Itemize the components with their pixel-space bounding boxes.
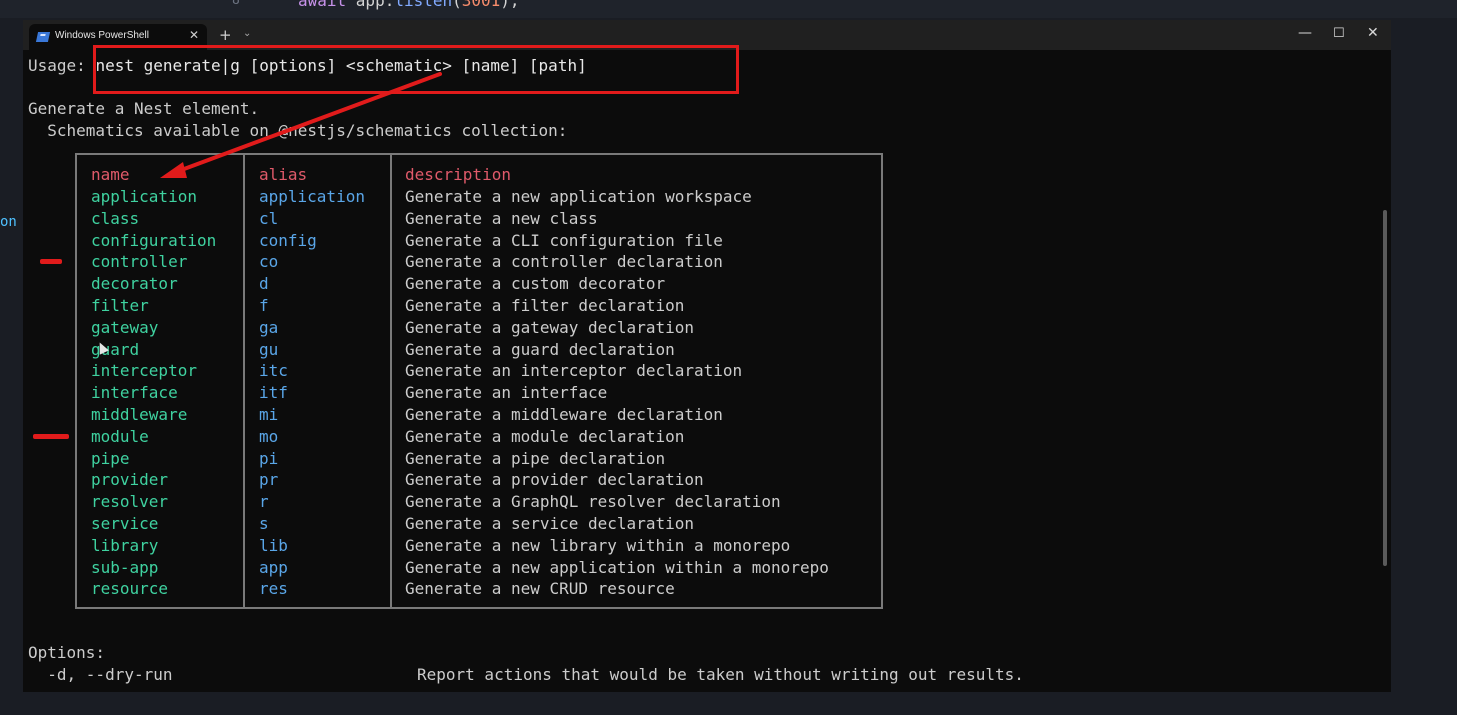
row-alias: ga (259, 317, 279, 337)
screen: 8 await app.listen(3001); on Windows Pow… (0, 0, 1457, 715)
row-alias: config (259, 230, 317, 250)
new-tab-button[interactable]: + (219, 26, 232, 44)
schematics-table: name alias description application applic… (75, 153, 883, 609)
row-name: decorator (91, 274, 178, 294)
powershell-icon (35, 32, 51, 42)
row-alias: itf (259, 383, 288, 403)
row-description: Generate a CLI configuration file (405, 230, 723, 250)
row-alias: mi (259, 405, 279, 424)
red-highlight-box (93, 45, 739, 94)
row-description: Generate a provider declaration (405, 470, 704, 490)
row-alias: r (259, 492, 269, 512)
row-description: Generate a service declaration (405, 514, 694, 533)
row-description: Generate a pipe declaration (405, 448, 666, 468)
code-keyword: await (298, 0, 356, 10)
row-description: Generate a new application within a mono… (405, 557, 829, 577)
row-description: Generate an interface (405, 383, 608, 403)
row-name: pipe (91, 448, 130, 468)
red-marker-controller (40, 259, 62, 264)
maximize-button[interactable]: ☐ (1333, 26, 1345, 41)
header-alias: alias (259, 165, 308, 184)
option-flag: -d, --dry-run (28, 665, 173, 684)
row-alias: co (259, 252, 279, 272)
row-alias: f (259, 296, 269, 315)
editor-line-number: 8 (232, 0, 240, 8)
row-name: service (91, 514, 159, 533)
row-name: class (91, 208, 140, 228)
row-description: Generate a new application workspace (405, 187, 752, 206)
code-object: app. (355, 0, 395, 10)
row-alias: res (259, 579, 288, 599)
row-alias: itc (259, 361, 288, 381)
row-name: resource (91, 579, 169, 599)
tab-title: Windows PowerShell (55, 30, 149, 41)
row-alias: pi (259, 448, 279, 468)
header-description: description (405, 165, 511, 184)
row-description: Generate a new library within a monorepo (405, 535, 791, 555)
row-description: Generate a guard declaration (405, 339, 675, 359)
row-name: sub-app (91, 557, 159, 577)
scrollbar[interactable] (1383, 210, 1387, 566)
row-name: middleware (91, 405, 188, 424)
header-name: name (91, 165, 130, 184)
row-alias: cl (259, 208, 279, 228)
row-alias: pr (259, 470, 279, 490)
row-name: gateway (91, 317, 159, 337)
row-name: controller (91, 252, 188, 272)
description-line: Generate a Nest element. (28, 99, 260, 118)
row-name: configuration (91, 230, 217, 250)
row-name: application (91, 187, 197, 206)
code-number: 3001 (461, 0, 501, 10)
collection-line: Schematics available on @nestjs/schemati… (28, 121, 568, 140)
row-alias: mo (259, 426, 279, 446)
row-name: filter (91, 296, 149, 315)
row-alias: lib (259, 535, 288, 555)
row-name: module (91, 426, 149, 446)
row-alias: app (259, 557, 288, 577)
row-name: interface (91, 383, 178, 403)
chevron-down-icon[interactable]: ⌄ (243, 28, 251, 39)
tab-close-icon[interactable]: ✕ (189, 28, 199, 42)
row-name: interceptor (91, 361, 197, 381)
minimize-button[interactable]: — (1298, 25, 1312, 41)
row-alias: application (259, 187, 365, 206)
row-alias: s (259, 514, 269, 533)
row-description: Generate a filter declaration (405, 296, 685, 315)
red-marker-module (33, 434, 69, 439)
row-alias: d (259, 274, 269, 294)
row-description: Generate an interceptor declaration (405, 361, 743, 381)
editor-side-fragment: on (0, 214, 17, 230)
usage-label: Usage: (28, 56, 96, 75)
code-paren-open: ( (452, 0, 462, 10)
row-description: Generate a controller declaration (405, 252, 723, 272)
row-name: library (91, 535, 159, 555)
row-description: Generate a custom decorator (405, 274, 666, 294)
terminal-window[interactable]: Windows PowerShell ✕ + ⌄ — ☐ ✕ Usage: ne… (23, 20, 1391, 692)
code-paren-close: ); (500, 0, 520, 10)
background-code-editor: 8 await app.listen(3001); (0, 0, 1457, 18)
row-description: Generate a middleware declaration (405, 405, 723, 424)
row-description: Generate a gateway declaration (405, 317, 694, 337)
row-description: Generate a new class (405, 208, 598, 228)
row-description: Generate a module declaration (405, 426, 685, 446)
option-description: Report actions that would be taken witho… (417, 665, 1024, 684)
close-button[interactable]: ✕ (1367, 25, 1379, 41)
options-title: Options: (28, 643, 106, 662)
column-divider (243, 155, 245, 607)
row-alias: gu (259, 339, 279, 359)
row-name: resolver (91, 492, 169, 512)
row-description: Generate a GraphQL resolver declaration (405, 492, 781, 512)
row-description: Generate a new CRUD resource (405, 579, 675, 599)
column-divider (390, 155, 392, 607)
editor-code-line: await app.listen(3001); (298, 0, 520, 10)
code-function: listen (394, 0, 453, 10)
row-name: provider (91, 470, 169, 490)
